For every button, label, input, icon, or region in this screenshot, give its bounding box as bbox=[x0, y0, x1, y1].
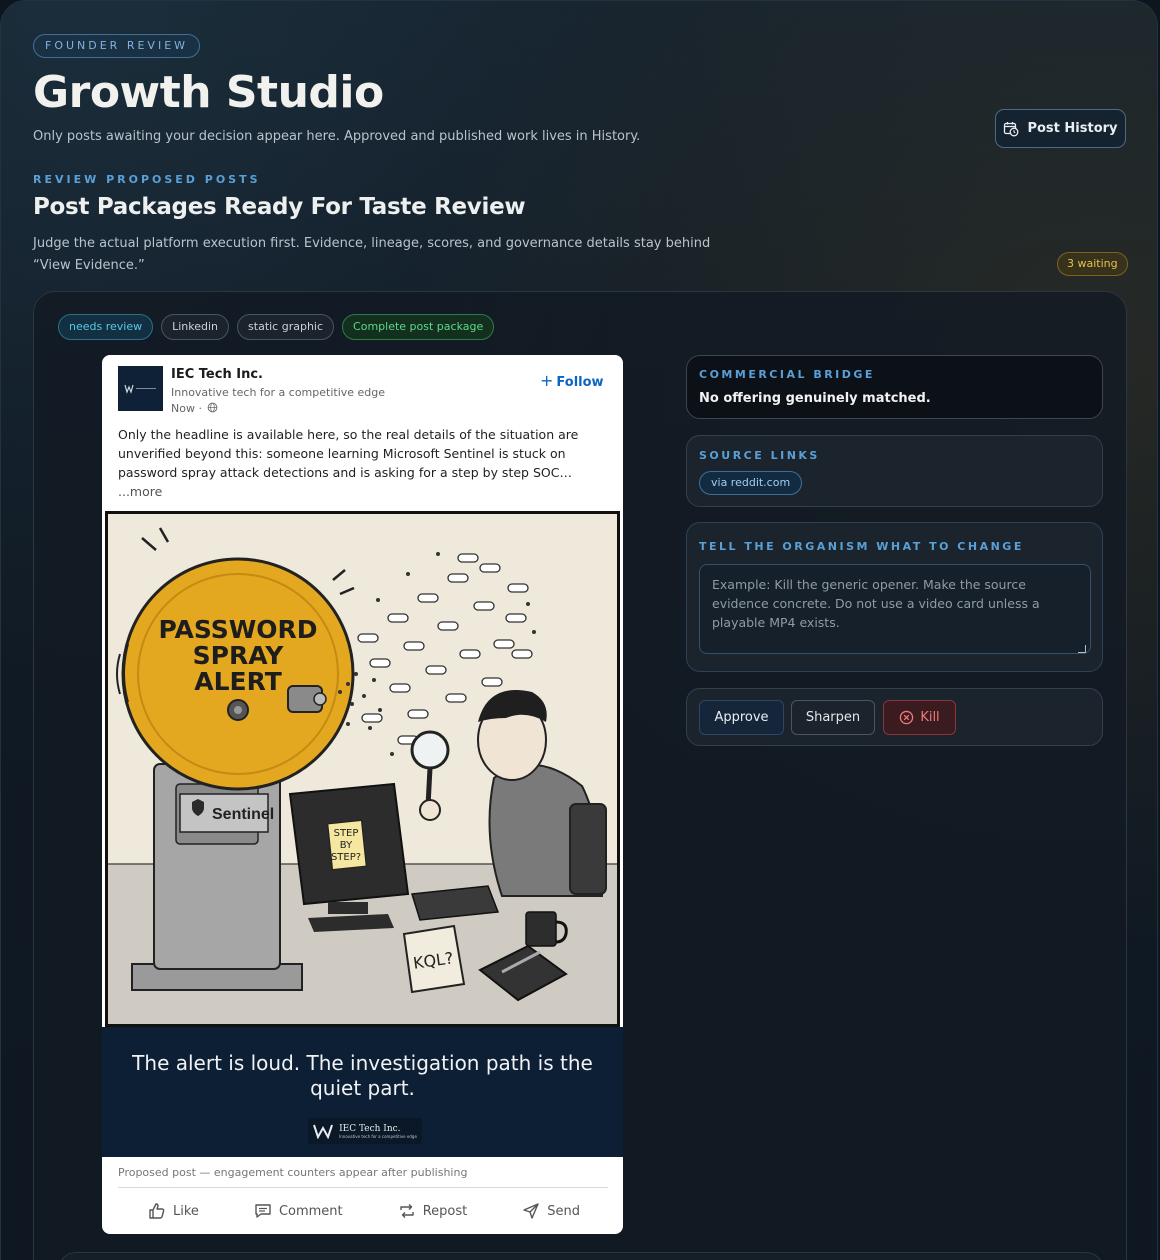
comment-icon bbox=[255, 1204, 271, 1218]
waiting-count-badge: 3 waiting bbox=[1057, 252, 1128, 276]
company-logo bbox=[118, 366, 163, 411]
app-shell: FOUNDER REVIEW Growth Studio Only posts … bbox=[0, 0, 1158, 1260]
section-title: Post Packages Ready For Taste Review bbox=[33, 194, 526, 220]
like-label: Like bbox=[173, 1203, 199, 1219]
kill-button[interactable]: Kill bbox=[883, 700, 956, 735]
page-subtitle: Only posts awaiting your decision appear… bbox=[33, 129, 641, 144]
change-request-input[interactable]: Example: Kill the generic opener. Make t… bbox=[699, 564, 1091, 654]
sharpen-button[interactable]: Sharpen bbox=[791, 700, 875, 735]
note-text-line-2: BY bbox=[340, 840, 353, 851]
post-illustration: Sentinel PASSWORD SPRAY ALERT STEP BY ST… bbox=[108, 514, 617, 1024]
decision-actions-panel: Approve Sharpen Kill bbox=[686, 688, 1103, 746]
brand-tagline: Innovative tech for a competitive edge bbox=[339, 1133, 417, 1139]
resize-handle-icon[interactable] bbox=[1078, 645, 1086, 653]
proposed-post-note: Proposed post — engagement counters appe… bbox=[118, 1166, 468, 1179]
post-body-text: Only the headline is available here, so … bbox=[118, 427, 579, 480]
globe-icon bbox=[208, 402, 218, 413]
comment-button[interactable]: Comment bbox=[254, 1198, 343, 1224]
section-description: Judge the actual platform execution firs… bbox=[33, 236, 711, 273]
page-kicker: FOUNDER REVIEW bbox=[33, 34, 201, 58]
repost-icon bbox=[399, 1204, 414, 1218]
source-link-reddit[interactable]: via reddit.com bbox=[699, 471, 803, 495]
follow-label: Follow bbox=[556, 375, 604, 390]
post-actions-bar: Like Comment Repost Send bbox=[118, 1198, 608, 1224]
company-name[interactable]: IEC Tech Inc. bbox=[171, 367, 263, 382]
commercial-bridge-kicker: COMMERCIAL BRIDGE bbox=[699, 368, 875, 381]
actions-divider bbox=[118, 1187, 608, 1188]
note-text-line-1: STEP bbox=[334, 828, 359, 839]
thumbs-up-icon bbox=[149, 1203, 165, 1219]
like-button[interactable]: Like bbox=[148, 1198, 199, 1224]
bell-text-line-3: ALERT bbox=[194, 667, 282, 696]
send-label: Send bbox=[547, 1203, 580, 1219]
caption-panel: The alert is loud. The investigation pat… bbox=[102, 1027, 623, 1157]
kill-label: Kill bbox=[920, 710, 940, 725]
chip-format: static graphic bbox=[237, 314, 335, 340]
linkedin-post-preview: IEC Tech Inc. Innovative tech for a comp… bbox=[102, 355, 623, 1234]
approve-button[interactable]: Approve bbox=[699, 700, 784, 735]
source-links-panel: SOURCE LINKS via reddit.com bbox=[686, 435, 1103, 507]
follow-button[interactable]: + Follow bbox=[540, 371, 604, 390]
repost-button[interactable]: Repost bbox=[398, 1198, 468, 1224]
caption-text: The alert is loud. The investigation pat… bbox=[132, 1051, 593, 1100]
post-history-button[interactable]: Post History bbox=[995, 109, 1126, 148]
commercial-bridge-text: No offering genuinely matched. bbox=[699, 391, 931, 406]
bell-text-line-1: PASSWORD bbox=[158, 615, 317, 644]
change-request-panel: TELL THE ORGANISM WHAT TO CHANGE Example… bbox=[686, 522, 1103, 672]
note-text-line-3: STEP? bbox=[331, 852, 361, 863]
plus-icon: + bbox=[540, 371, 554, 390]
status-chips: needs review Linkedin static graphic Com… bbox=[58, 314, 495, 340]
post-package-card: needs review Linkedin static graphic Com… bbox=[33, 291, 1127, 1260]
brand-logo-icon bbox=[313, 1124, 334, 1139]
change-request-kicker: TELL THE ORGANISM WHAT TO CHANGE bbox=[699, 540, 1024, 553]
page-title: Growth Studio bbox=[33, 67, 384, 118]
send-button[interactable]: Send bbox=[522, 1198, 580, 1224]
calendar-clock-icon bbox=[1004, 121, 1019, 136]
next-package-card-edge bbox=[58, 1252, 1104, 1260]
post-image: Sentinel PASSWORD SPRAY ALERT STEP BY ST… bbox=[105, 511, 620, 1027]
chip-complete-package: Complete post package bbox=[342, 314, 495, 340]
repost-label: Repost bbox=[422, 1203, 468, 1219]
sentinel-base-label: Sentinel bbox=[212, 806, 274, 823]
section-kicker: REVIEW PROPOSED POSTS bbox=[33, 173, 261, 186]
chip-needs-review: needs review bbox=[58, 314, 154, 340]
post-time: Now · bbox=[171, 402, 218, 415]
brand-mark: IEC Tech Inc. Innovative tech for a comp… bbox=[308, 1118, 422, 1144]
company-tagline: Innovative tech for a competitive edge bbox=[171, 386, 386, 399]
comment-label: Comment bbox=[278, 1203, 343, 1219]
see-more-link[interactable]: ...more bbox=[118, 484, 162, 499]
bell-text-line-2: SPRAY bbox=[193, 641, 285, 670]
chip-platform: Linkedin bbox=[161, 314, 230, 340]
brand-name: IEC Tech Inc. bbox=[339, 1123, 401, 1134]
x-circle-icon bbox=[900, 710, 914, 725]
post-history-label: Post History bbox=[1027, 121, 1118, 136]
send-icon bbox=[523, 1203, 539, 1219]
commercial-bridge-panel: COMMERCIAL BRIDGE No offering genuinely … bbox=[686, 355, 1103, 419]
post-time-text: Now · bbox=[171, 402, 202, 415]
source-links-kicker: SOURCE LINKS bbox=[699, 449, 820, 462]
